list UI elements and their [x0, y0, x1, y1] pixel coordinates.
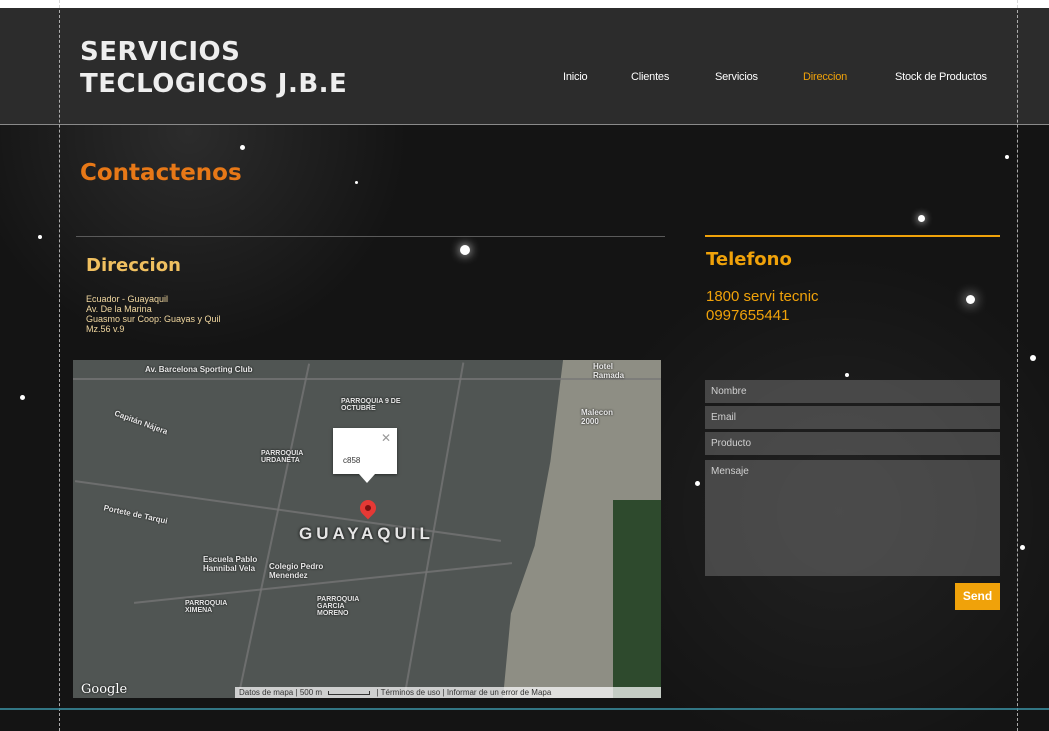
map-vegetation [613, 500, 661, 698]
address-line: Mz.56 v.9 [86, 324, 125, 334]
map-marker-icon[interactable] [356, 496, 380, 520]
info-window-text: c858 [343, 456, 361, 465]
map-label: Colegio Pedro Menendez [269, 562, 324, 580]
guide-line-left [59, 0, 60, 731]
site-header: SERVICIOS TECLOGICOS J.B.E Inicio Client… [0, 8, 1049, 125]
phone-number: 0997655441 [706, 307, 790, 324]
map-label: Capitán Nájera [113, 408, 169, 437]
page: SERVICIOS TECLOGICOS J.B.E Inicio Client… [0, 0, 1049, 731]
map-label: Av. Barcelona Sporting Club [145, 365, 253, 374]
nav-servicios[interactable]: Servicios [715, 71, 758, 83]
address-block: Ecuador - Guayaquil Av. De la Marina Gua… [86, 294, 221, 334]
map-city-label: GUAYAQUIL [299, 524, 434, 543]
message-textarea[interactable]: Mensaje [705, 460, 1000, 576]
map-scale: 500 m [299, 688, 323, 697]
map-road [73, 378, 661, 380]
address-line: Av. De la Marina [86, 304, 152, 314]
map-terms-link[interactable]: Términos de uso [381, 688, 441, 697]
map-label: PARROQUIA XIMENA [185, 600, 227, 614]
map-data-link[interactable]: Datos de mapa [239, 688, 293, 697]
site-title-line1: SERVICIOS [80, 37, 241, 67]
nav-inicio[interactable]: Inicio [563, 71, 588, 83]
divider-right [705, 235, 1000, 237]
scale-bar [328, 690, 371, 695]
google-logo[interactable]: Google [81, 682, 127, 697]
site-title-line2: TECLOGICOS J.B.E [80, 69, 348, 99]
map-label: Escuela Pablo Hannibal Vela [203, 555, 258, 573]
embedded-map[interactable]: Av. Barcelona Sporting Club Hotel Ramada… [73, 360, 661, 698]
nav-stock-de-productos[interactable]: Stock de Productos [895, 71, 987, 83]
site-title[interactable]: SERVICIOS TECLOGICOS J.B.E [80, 36, 347, 100]
phone-title: Telefono [706, 249, 792, 270]
address-line: Ecuador - Guayaquil [86, 294, 169, 304]
nav-direccion[interactable]: Direccion [803, 71, 847, 83]
map-footer: Datos de mapa | 500 m | Términos de uso … [235, 687, 661, 698]
map-info-window[interactable]: ✕ c858 [333, 428, 397, 483]
close-icon[interactable]: ✕ [381, 431, 391, 445]
email-input[interactable] [705, 406, 1000, 429]
footer-line [0, 708, 1049, 710]
map-label: Hotel Ramada [593, 362, 625, 380]
product-input[interactable] [705, 432, 1000, 455]
map-label: PARROQUIA GARCIA MORENO [317, 596, 359, 617]
map-label: Malecon 2000 [581, 408, 614, 426]
divider-left [76, 236, 665, 237]
nav-clientes[interactable]: Clientes [631, 71, 669, 83]
name-input[interactable] [705, 380, 1000, 403]
guide-line-right [1017, 0, 1018, 731]
page-title: Contactenos [80, 160, 242, 186]
top-strip [0, 0, 1049, 8]
map-report-link[interactable]: Informar de un error de Mapa [447, 688, 552, 697]
address-title: Direccion [86, 255, 181, 276]
map-label: Portete de Tarqui [102, 503, 169, 526]
map-label: PARROQUIA 9 DE OCTUBRE [341, 398, 401, 412]
phone-line: 1800 servi tecnic [706, 288, 819, 305]
map-label: PARROQUIA URDANETA [261, 450, 303, 464]
send-button[interactable]: Send [955, 583, 1000, 610]
address-line: Guasmo sur Coop: Guayas y Quil [86, 314, 221, 324]
